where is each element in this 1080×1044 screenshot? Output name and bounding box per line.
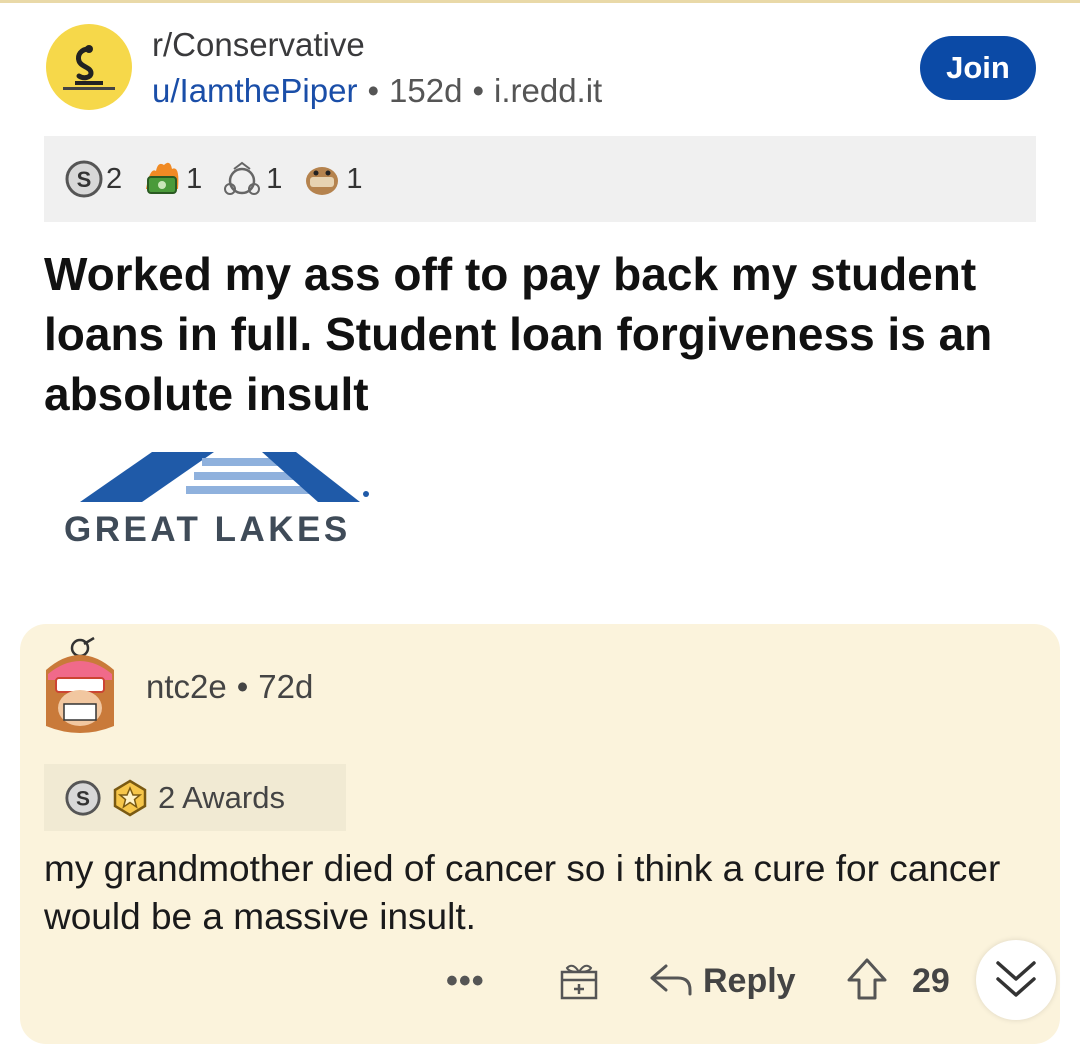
- award-count: 1: [186, 162, 203, 195]
- money-fire-award-icon: [146, 162, 179, 194]
- silver-award-icon: S: [65, 779, 101, 816]
- helpful-award-icon: [113, 779, 147, 816]
- comment-meta: ntc2e • 72d: [146, 668, 313, 706]
- award-count: 2: [106, 162, 123, 195]
- collapse-thread-button[interactable]: [976, 940, 1056, 1020]
- gift-award-icon[interactable]: [558, 960, 600, 1002]
- comment-awards[interactable]: S 2 Awards: [44, 764, 346, 831]
- wholesome-award-icon: [224, 161, 261, 195]
- post-age: 152d: [389, 72, 463, 109]
- award-facepalm[interactable]: 1: [300, 159, 363, 199]
- comment-author[interactable]: ntc2e: [146, 668, 227, 705]
- post-awards-bar[interactable]: S 2 1 1 1: [44, 136, 1036, 222]
- post-domain[interactable]: i.redd.it: [494, 72, 602, 109]
- award-count: 1: [266, 162, 283, 195]
- award-count: 1: [346, 162, 363, 195]
- comment-body: my grandmother died of cancer so i think…: [44, 848, 1001, 937]
- silver-award-icon: S: [65, 160, 103, 198]
- upvote-arrow-icon[interactable]: [845, 956, 889, 1002]
- snake-flag-icon: [63, 45, 115, 90]
- more-options-button[interactable]: •••: [446, 962, 485, 1001]
- post-meta: u/IamthePiper • 152d • i.redd.it: [152, 72, 602, 110]
- post-title[interactable]: Worked my ass off to pay back my student…: [44, 244, 1004, 424]
- svg-text:S: S: [76, 787, 90, 810]
- facepalm-award-icon: [306, 167, 339, 195]
- award-silver[interactable]: S 2: [64, 159, 122, 199]
- commenter-avatar[interactable]: [32, 630, 128, 738]
- chevron-double-down-icon: [996, 961, 1036, 997]
- top-divider: [0, 0, 1080, 3]
- comment-score: 29: [912, 962, 950, 1000]
- svg-text:S: S: [77, 167, 92, 192]
- comment-age: 72d: [258, 668, 314, 705]
- reply-icon[interactable]: [648, 960, 694, 1000]
- awards-label: 2 Awards: [158, 779, 285, 815]
- meta-separator: •: [367, 72, 380, 109]
- meta-separator: •: [236, 668, 249, 705]
- post-author[interactable]: u/IamthePiper: [152, 72, 357, 109]
- join-button[interactable]: Join: [920, 36, 1036, 100]
- meta-separator: •: [472, 72, 484, 109]
- award-money-fire[interactable]: 1: [140, 159, 202, 199]
- subreddit-avatar[interactable]: [46, 24, 132, 110]
- subreddit-name[interactable]: r/Conservative: [152, 26, 365, 64]
- reply-button[interactable]: Reply: [703, 962, 796, 1001]
- great-lakes-logo-text: GREAT LAKES: [64, 510, 351, 549]
- award-wholesome[interactable]: 1: [220, 159, 282, 199]
